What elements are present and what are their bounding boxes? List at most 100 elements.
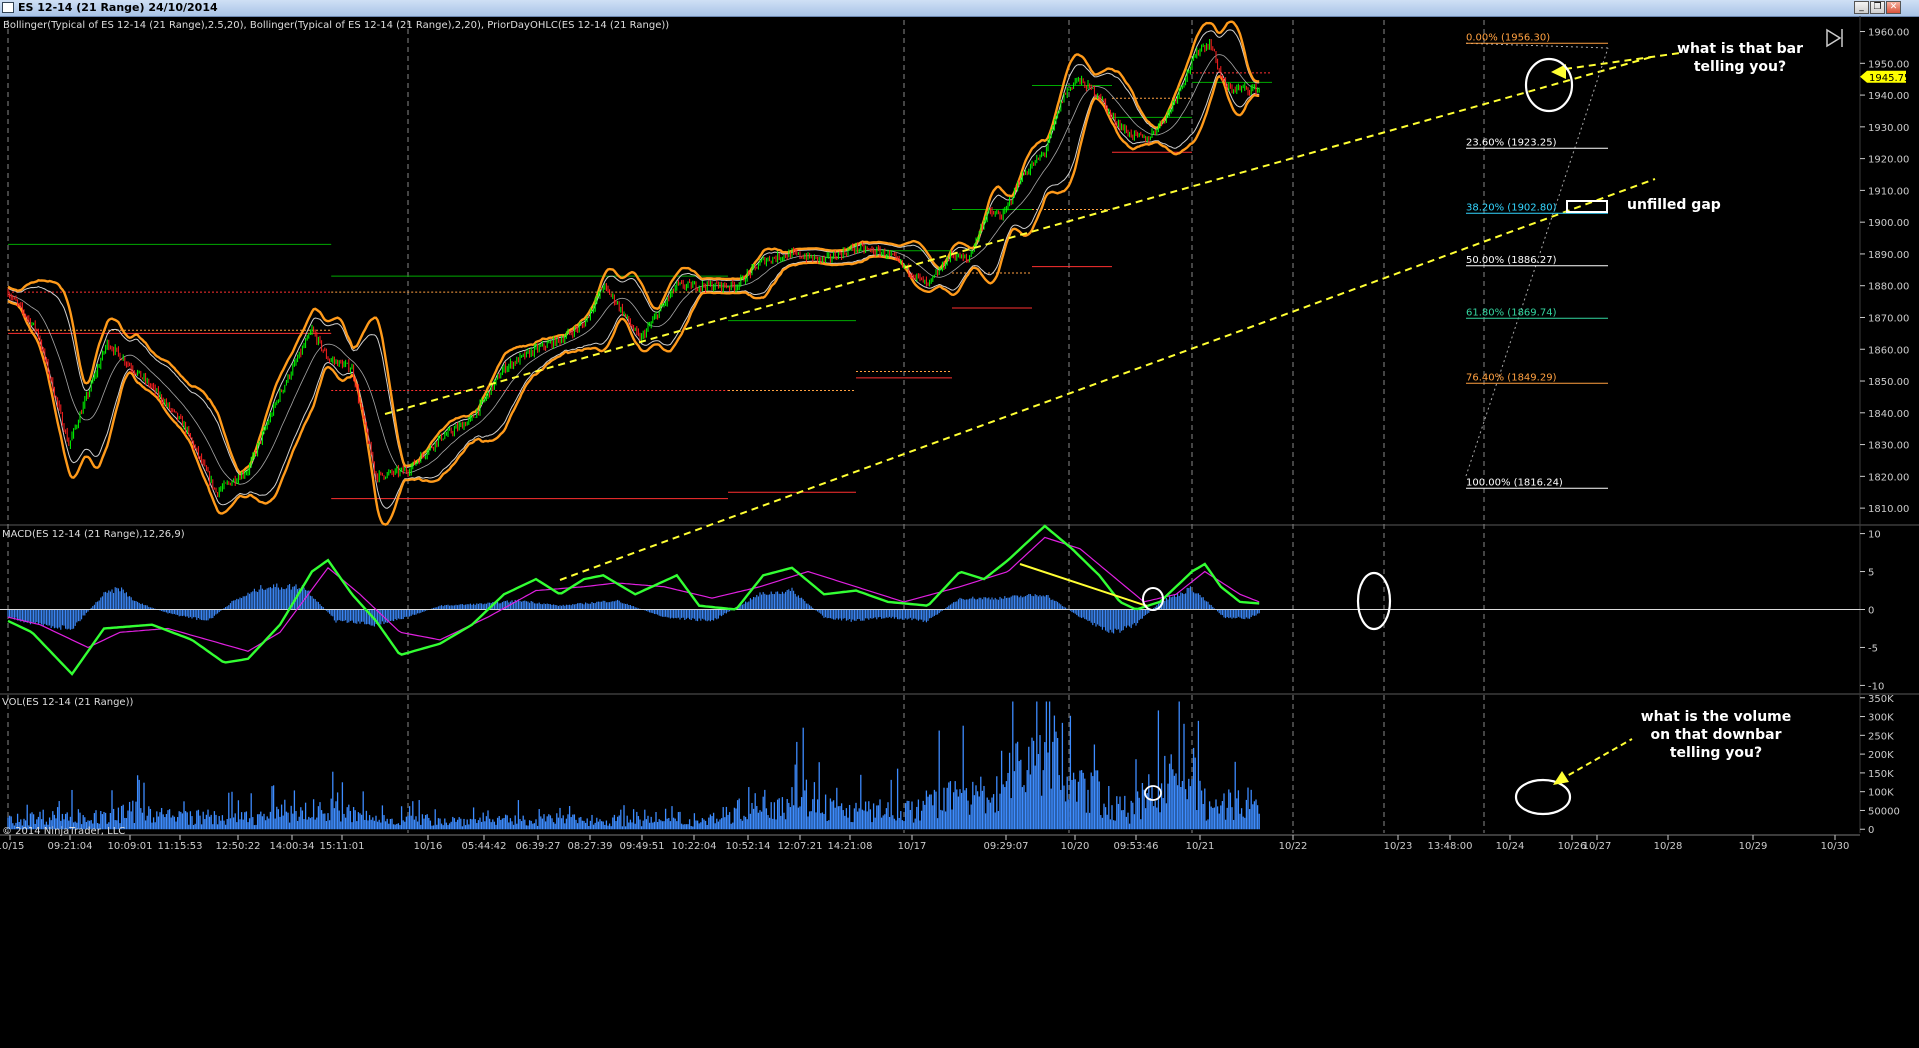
- price-panel[interactable]: 0.00% (1956.30) 23.60% (1923.25) 38.20% (1…: [7, 20, 1681, 581]
- x-axis-label: 09:53:46: [1114, 841, 1159, 852]
- price-axis-label: 1850.00: [1868, 377, 1909, 388]
- restore-button[interactable]: ❐: [1870, 1, 1885, 14]
- x-axis-label: 10/28: [1654, 841, 1683, 852]
- volume-indicator-label: VOL(ES 12-14 (21 Range)): [2, 697, 133, 708]
- scroll-to-end-icon[interactable]: [1826, 28, 1843, 48]
- bollinger-inner-band: [7, 71, 1260, 509]
- highlight-circle: [1524, 57, 1574, 113]
- x-axis-label: 09:49:51: [620, 841, 665, 852]
- x-axis-label: 10/21: [1186, 841, 1215, 852]
- price-axis-label: 1860.00: [1868, 345, 1909, 356]
- window-title: ES 12-14 (21 Range) 24/10/2014: [18, 1, 218, 14]
- volume-highlight-ellipse: [1514, 778, 1572, 816]
- x-axis-label: 15:11:01: [320, 841, 365, 852]
- macd-divergence-line: [1019, 563, 1148, 607]
- x-axis-label: 06:39:27: [516, 841, 561, 852]
- volume-axis-label: 0: [1868, 825, 1874, 836]
- upper-channel-line: [384, 55, 1656, 415]
- x-axis-label: 10/16: [414, 841, 443, 852]
- x-axis-label: 09:21:04: [48, 841, 93, 852]
- minimize-button[interactable]: _: [1854, 1, 1869, 14]
- volume-question-line-3: telling you?: [1670, 745, 1762, 761]
- volume-axis-label: 50000: [1868, 806, 1900, 817]
- x-axis-label: 09:29:07: [984, 841, 1029, 852]
- x-axis-label: 10/20: [1061, 841, 1090, 852]
- x-axis: 10/15 09:21:04 10:09:01 11:15:53 12:50:22 14:…: [0, 834, 1860, 852]
- bar-question-line-2: telling you?: [1694, 59, 1786, 75]
- price-axis-label: 1930.00: [1868, 123, 1909, 134]
- bollinger-inner-band: [7, 29, 1260, 476]
- x-axis-label: 10/30: [1821, 841, 1850, 852]
- price-indicator-label: Bollinger(Typical of ES 12-14 (21 Range)…: [3, 20, 669, 31]
- x-axis-label: 10/27: [1583, 841, 1612, 852]
- x-axis-label: 10/22: [1279, 841, 1308, 852]
- x-axis-label: 14:00:34: [270, 841, 315, 852]
- price-axis-label: 1880.00: [1868, 282, 1909, 293]
- volume-axis-label: 350K: [1868, 694, 1894, 705]
- retracement-level-label: 61.80% (1869.74): [1466, 307, 1557, 318]
- volume-question-line-1: what is the volume: [1641, 709, 1792, 725]
- price-axis-label: 1900.00: [1868, 218, 1909, 229]
- volume-axis-label: 150K: [1868, 769, 1894, 780]
- macd-axis-label: 5: [1868, 568, 1874, 579]
- retracement-level-label: 0.00% (1956.30): [1466, 32, 1550, 43]
- price-axis-label: 1920.00: [1868, 155, 1909, 166]
- x-axis-label: 10/15: [0, 841, 24, 852]
- window-title-bar: ES 12-14 (21 Range) 24/10/2014 _ ❐ ✕: [0, 0, 1919, 17]
- retracement-level-label: 50.00% (1886.27): [1466, 255, 1557, 266]
- fibonacci-trendline: [1465, 42, 1609, 49]
- macd-axis-label: -10: [1868, 681, 1884, 692]
- retracement-level-label: 76.40% (1849.29): [1466, 372, 1557, 383]
- chart-window-icon: [2, 2, 14, 13]
- x-axis-label: 10:22:04: [672, 841, 717, 852]
- bollinger-outer-band: [7, 74, 1260, 526]
- x-axis-label: 10/24: [1496, 841, 1525, 852]
- price-axis-label: 1830.00: [1868, 441, 1909, 452]
- price-axis-label: 1940.00: [1868, 91, 1909, 102]
- retracement-level-label: 38.20% (1902.80): [1466, 202, 1557, 213]
- volume-axis-label: 100K: [1868, 788, 1894, 799]
- session-separators: [0, 16, 1919, 833]
- volume-axis-label: 300K: [1868, 713, 1894, 724]
- x-axis-label: 05:44:42: [462, 841, 507, 852]
- y-axes: 1945.75 1960.00 1950.00 1940.00 1930.00 1920.…: [1860, 28, 1910, 836]
- macd-axis-label: 0: [1868, 606, 1874, 617]
- macd-axis-label: 10: [1868, 530, 1881, 541]
- volume-axis-label: 250K: [1868, 731, 1894, 742]
- volume-axis-label: 200K: [1868, 750, 1894, 761]
- unfilled-gap-label: unfilled gap: [1627, 197, 1721, 213]
- macd-highlight-ellipse: [1356, 571, 1392, 631]
- volume-question-line-2: on that downbar: [1650, 727, 1781, 743]
- price-axis-label: 1960.00: [1868, 28, 1909, 39]
- x-axis-label: 12:50:22: [216, 841, 261, 852]
- price-axis-label: 1890.00: [1868, 250, 1909, 261]
- volume-arrow-line: [1559, 738, 1633, 781]
- last-price-label: 1945.75: [1869, 73, 1910, 84]
- copyright-text: © 2014 NinjaTrader, LLC: [2, 826, 125, 837]
- price-axis-label: 1840.00: [1868, 409, 1909, 420]
- macd-axis-label: -5: [1868, 643, 1878, 654]
- price-axis-label: 1870.00: [1868, 313, 1909, 324]
- x-axis-label: 10:09:01: [108, 841, 153, 852]
- price-axis-label: 1820.00: [1868, 472, 1909, 483]
- price-axis-label: 1810.00: [1868, 504, 1909, 515]
- unfilled-gap-box: [1566, 200, 1608, 213]
- retracement-level-label: 23.60% (1923.25): [1466, 137, 1557, 148]
- macd-indicator-label: MACD(ES 12-14 (21 Range),12,26,9): [2, 529, 185, 540]
- volume-arrowhead: [1553, 771, 1569, 785]
- chart-canvas[interactable]: 0.00% (1956.30) 23.60% (1923.25) 38.20% (1…: [0, 16, 1919, 1048]
- x-axis-label: 10:52:14: [726, 841, 771, 852]
- x-axis-label: 10/17: [898, 841, 927, 852]
- volume-panel[interactable]: [7, 701, 1633, 830]
- x-axis-label: 14:21:08: [828, 841, 873, 852]
- price-axis-label: 1950.00: [1868, 59, 1909, 70]
- macd-line: [7, 524, 1260, 676]
- price-axis-label: 1910.00: [1868, 186, 1909, 197]
- macd-highlight-circle: [1142, 587, 1164, 611]
- close-button[interactable]: ✕: [1886, 1, 1901, 14]
- macd-panel[interactable]: [0, 524, 1860, 676]
- x-axis-label: 08:27:39: [568, 841, 613, 852]
- x-axis-label: 10/23: [1384, 841, 1413, 852]
- x-axis-label: 13:48:00: [1428, 841, 1473, 852]
- bollinger-midline: [7, 54, 1260, 485]
